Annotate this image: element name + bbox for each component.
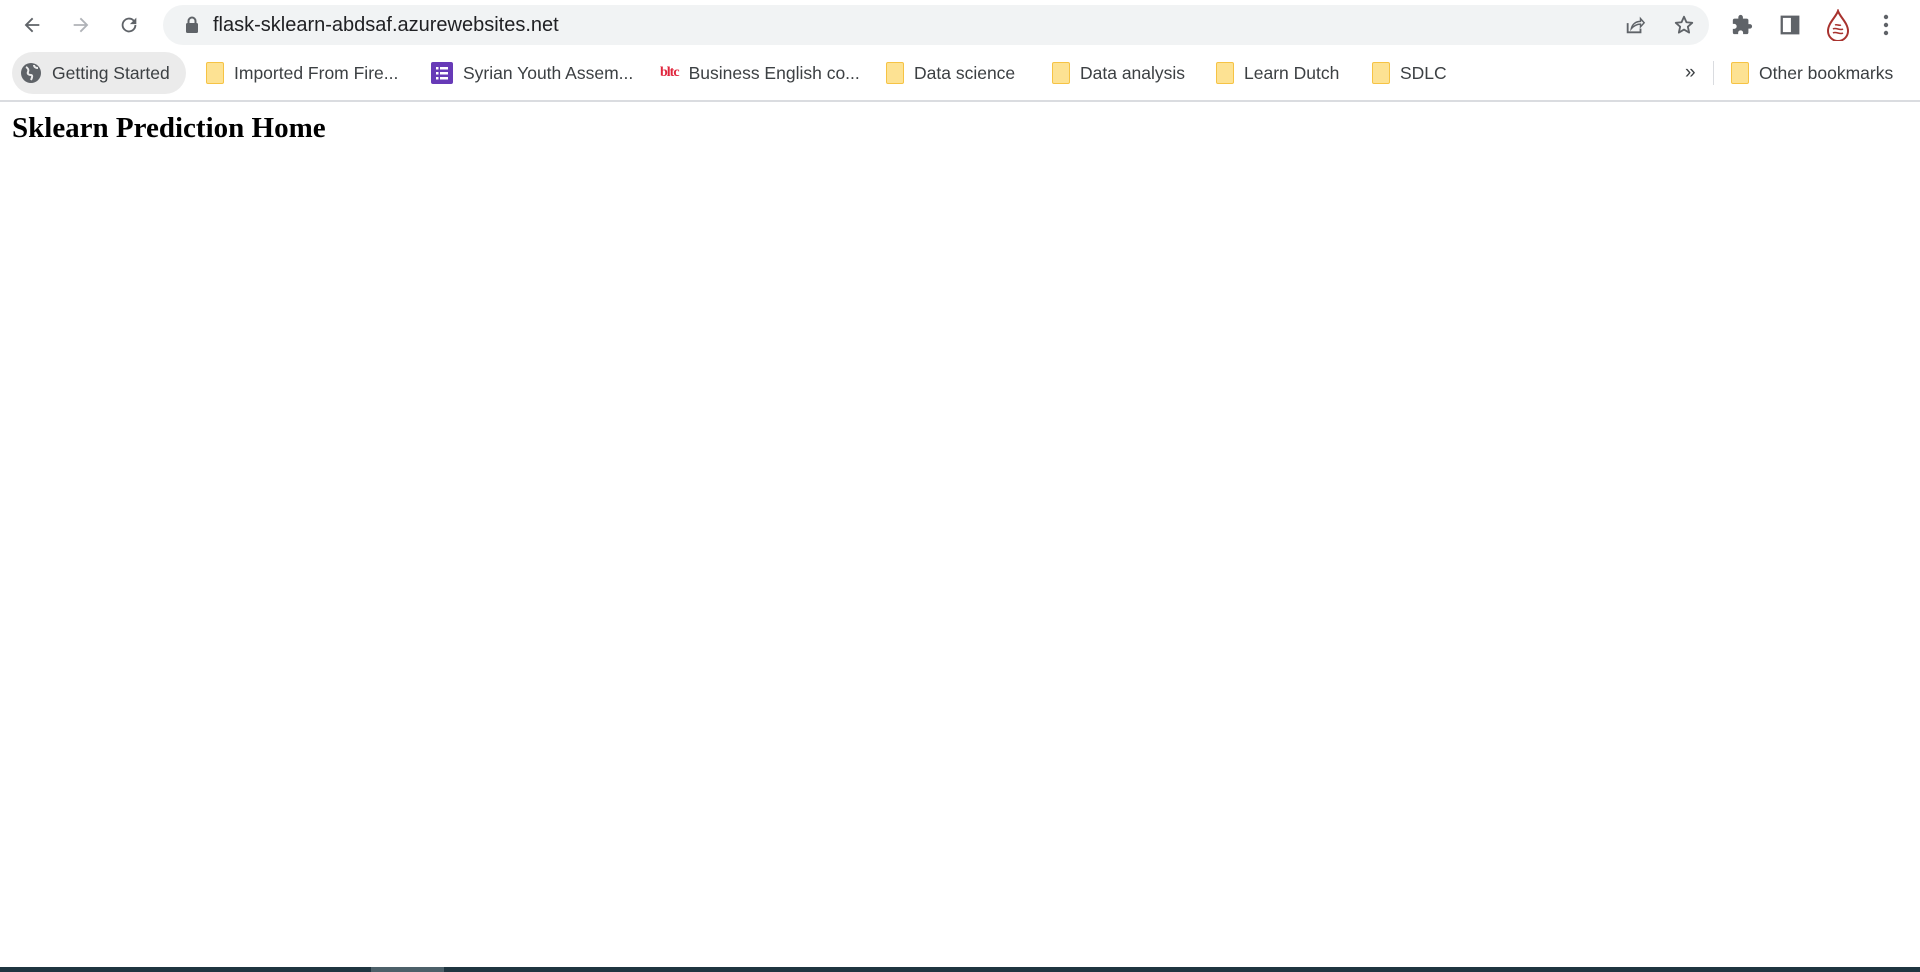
bookmark-label: Data science (914, 62, 1016, 83)
back-button[interactable] (15, 8, 49, 42)
bookmark-imported-from-firefox[interactable]: Imported From Fire... (206, 52, 398, 94)
bookmark-label: Getting Started (52, 62, 170, 83)
bookmarks-separator (1713, 61, 1714, 85)
bookmark-label: Imported From Fire... (234, 62, 399, 83)
globe-icon (20, 62, 42, 84)
bookmark-label: Business English co... (688, 62, 860, 83)
forward-arrow-icon (73, 17, 89, 33)
browser-toolbar: flask-sklearn-abdsaf.azurewebsites.net G… (0, 0, 1920, 100)
forward-button[interactable] (64, 8, 98, 42)
bookmark-label: Syrian Youth Assem... (463, 62, 634, 83)
back-arrow-icon (24, 17, 40, 33)
toolbar-divider (0, 100, 1920, 102)
bookmarks-bar: Getting Started Imported From Fire... Sy… (0, 52, 1920, 94)
reload-icon (121, 17, 137, 33)
bookmark-syrian-youth-assembly[interactable]: Syrian Youth Assem... (431, 52, 633, 94)
profile-button[interactable] (1821, 8, 1855, 42)
bookmark-business-english[interactable]: bltc Business English co... (660, 52, 860, 94)
folder-icon (886, 62, 904, 84)
bookmark-learn-dutch[interactable]: Learn Dutch (1216, 52, 1339, 94)
star-icon (1674, 15, 1694, 34)
side-panel-button[interactable] (1773, 8, 1807, 42)
bookmark-label: SDLC (1400, 62, 1447, 83)
bookmark-label: Learn Dutch (1244, 62, 1340, 83)
bookmark-other-bookmarks[interactable]: Other bookmarks (1731, 52, 1893, 94)
bookmark-sdlc[interactable]: SDLC (1372, 52, 1447, 94)
side-panel-icon (1780, 15, 1800, 35)
taskbar (0, 967, 1920, 972)
bookmark-label: Other bookmarks (1759, 62, 1894, 83)
folder-icon (1052, 62, 1070, 84)
bookmarks-overflow-button[interactable]: » (1685, 52, 1696, 94)
share-icon (1626, 16, 1646, 34)
taskbar-active-item[interactable] (371, 967, 444, 972)
extensions-button[interactable] (1725, 8, 1759, 42)
reload-button[interactable] (112, 8, 146, 42)
folder-icon (206, 62, 224, 84)
google-forms-icon (431, 62, 453, 84)
profile-avatar-icon (1826, 9, 1850, 41)
folder-icon (1731, 62, 1749, 84)
lock-icon[interactable] (185, 16, 199, 34)
folder-icon (1216, 62, 1234, 84)
folder-icon (1372, 62, 1390, 84)
bookmark-data-science[interactable]: Data science (886, 52, 1015, 94)
bookmark-star-button[interactable] (1667, 8, 1701, 42)
bookmark-getting-started[interactable]: Getting Started (12, 52, 186, 94)
bookmark-label: Data analysis (1080, 62, 1186, 83)
bltc-icon: bltc (660, 65, 680, 80)
address-bar[interactable]: flask-sklearn-abdsaf.azurewebsites.net (163, 5, 1709, 45)
bookmark-data-analysis[interactable]: Data analysis (1052, 52, 1185, 94)
kebab-menu-icon (1883, 14, 1889, 36)
menu-button[interactable] (1869, 8, 1903, 42)
share-button[interactable] (1618, 8, 1652, 42)
url-text[interactable]: flask-sklearn-abdsaf.azurewebsites.net (213, 5, 559, 45)
page-title: Sklearn Prediction Home (12, 112, 326, 144)
puzzle-icon (1732, 14, 1753, 35)
